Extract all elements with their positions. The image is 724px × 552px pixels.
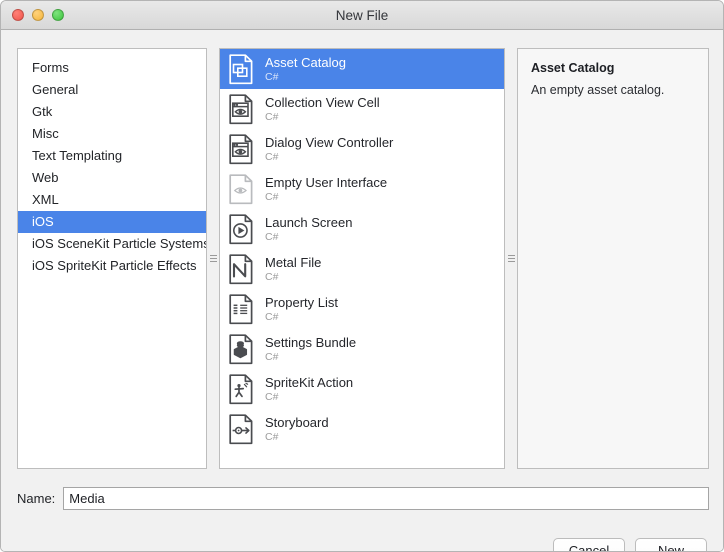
minimize-button-icon[interactable] <box>32 9 44 21</box>
template-item-name: Collection View Cell <box>265 94 380 110</box>
dialog-content: Forms General Gtk Misc Text Templating Web XML… <box>1 30 723 551</box>
template-item-name: Empty User Interface <box>265 174 388 190</box>
sidebar-item-label: Web <box>32 170 59 185</box>
template-list-item[interactable]: Metal File C# <box>220 249 504 289</box>
new-file-dialog-window: New File Forms General Gtk Misc Text Templat… <box>0 0 724 552</box>
name-label: Name: <box>17 491 56 506</box>
three-pane-area: Forms General Gtk Misc Text Templating Web XML… <box>17 48 709 469</box>
asset-catalog-icon <box>228 54 254 85</box>
template-item-name: Settings Bundle <box>265 334 357 350</box>
template-list-item[interactable]: Dialog View Controller C# <box>220 129 504 169</box>
template-item-name: Property List <box>265 294 338 310</box>
template-item-language: C# <box>265 70 279 83</box>
spritekit-action-icon <box>228 374 254 405</box>
sidebar-item-label: XML <box>32 192 59 207</box>
close-button-icon[interactable] <box>12 9 24 21</box>
sidebar-item-label: Text Templating <box>32 148 123 163</box>
template-item-language: C# <box>265 190 279 203</box>
sidebar-item-label: Forms <box>32 60 69 75</box>
dialog-button-bar: Cancel New <box>553 538 707 551</box>
template-list-item[interactable]: Settings Bundle C# <box>220 329 504 369</box>
template-item-language: C# <box>265 310 279 323</box>
sidebar-item-web[interactable]: Web <box>18 167 206 189</box>
sidebar-item-label: iOS SpriteKit Particle Effects <box>32 258 197 273</box>
sidebar-item-ios-spritekit-particle-effects[interactable]: iOS SpriteKit Particle Effects <box>18 255 206 277</box>
launch-screen-icon <box>228 214 254 245</box>
template-item-text: Asset Catalog C# <box>265 55 346 84</box>
template-item-language: C# <box>265 430 279 443</box>
name-input[interactable] <box>63 487 709 510</box>
name-row: Name: <box>17 487 709 510</box>
sidebar-item-forms[interactable]: Forms <box>18 57 206 79</box>
traffic-light-group <box>12 9 64 21</box>
storyboard-icon <box>228 414 254 445</box>
sidebar-item-ios-scenekit-particle-systems[interactable]: iOS SceneKit Particle Systems <box>18 233 206 255</box>
template-item-language: C# <box>265 230 279 243</box>
template-item-text: Storyboard C# <box>265 415 329 444</box>
cancel-button[interactable]: Cancel <box>553 538 625 551</box>
sidebar-item-general[interactable]: General <box>18 79 206 101</box>
template-list-item[interactable]: Collection View Cell C# <box>220 89 504 129</box>
sidebar-item-misc[interactable]: Misc <box>18 123 206 145</box>
template-list-item[interactable]: Storyboard C# <box>220 409 504 449</box>
metal-file-icon <box>228 254 254 285</box>
template-list-item[interactable]: Property List C# <box>220 289 504 329</box>
template-item-language: C# <box>265 390 279 403</box>
new-button[interactable]: New <box>635 538 707 551</box>
window-title: New File <box>335 7 389 23</box>
description-pane: Asset Catalog An empty asset catalog. <box>517 48 709 469</box>
template-item-text: Dialog View Controller C# <box>265 135 393 164</box>
description-title: Asset Catalog <box>531 61 615 75</box>
sidebar-item-label: Misc <box>32 126 59 141</box>
sidebar-splitter-handle[interactable] <box>207 48 219 469</box>
template-item-language: C# <box>265 270 279 283</box>
template-list-item[interactable]: Empty User Interface C# <box>220 169 504 209</box>
template-item-text: Collection View Cell C# <box>265 95 380 124</box>
template-item-text: Empty User Interface C# <box>265 175 387 204</box>
template-item-text: Property List C# <box>265 295 338 324</box>
sidebar-item-xml[interactable]: XML <box>18 189 206 211</box>
sidebar-item-gtk[interactable]: Gtk <box>18 101 206 123</box>
template-list-pane[interactable]: Asset Catalog C# Collection View Cell C# Dia… <box>219 48 505 469</box>
template-item-name: Launch Screen <box>265 214 353 230</box>
sidebar-item-label: iOS <box>32 214 54 229</box>
window-titlebar: New File <box>1 1 723 30</box>
dialog-view-controller-icon <box>228 134 254 165</box>
template-item-text: Launch Screen C# <box>265 215 352 244</box>
sidebar-item-label: Gtk <box>32 104 53 119</box>
template-item-name: Dialog View Controller <box>265 134 394 150</box>
template-item-text: SpriteKit Action C# <box>265 375 353 404</box>
template-item-language: C# <box>265 350 279 363</box>
template-item-language: C# <box>265 110 279 123</box>
property-list-icon <box>228 294 254 325</box>
description-body: An empty asset catalog. <box>531 83 665 97</box>
template-item-text: Settings Bundle C# <box>265 335 356 364</box>
template-list: Asset Catalog C# Collection View Cell C# Dia… <box>220 49 504 468</box>
maximize-button-icon[interactable] <box>52 9 64 21</box>
template-item-name: Asset Catalog <box>265 54 346 70</box>
sidebar-item-label: iOS SceneKit Particle Systems <box>32 236 207 251</box>
template-list-item[interactable]: Asset Catalog C# <box>220 49 504 89</box>
category-sidebar[interactable]: Forms General Gtk Misc Text Templating Web XML… <box>17 48 207 469</box>
template-list-item[interactable]: Launch Screen C# <box>220 209 504 249</box>
sidebar-item-text-templating[interactable]: Text Templating <box>18 145 206 167</box>
template-list-item[interactable]: SpriteKit Action C# <box>220 369 504 409</box>
template-item-text: Metal File C# <box>265 255 321 284</box>
sidebar-item-ios[interactable]: iOS <box>18 211 206 233</box>
collection-view-cell-icon <box>228 94 254 125</box>
template-item-name: SpriteKit Action <box>265 374 354 390</box>
empty-user-interface-icon <box>228 174 254 205</box>
template-item-name: Storyboard <box>265 414 329 430</box>
sidebar-item-label: General <box>32 82 79 97</box>
template-item-name: Metal File <box>265 254 322 270</box>
template-item-language: C# <box>265 150 279 163</box>
description-splitter-handle[interactable] <box>505 48 517 469</box>
settings-bundle-icon <box>228 334 254 365</box>
